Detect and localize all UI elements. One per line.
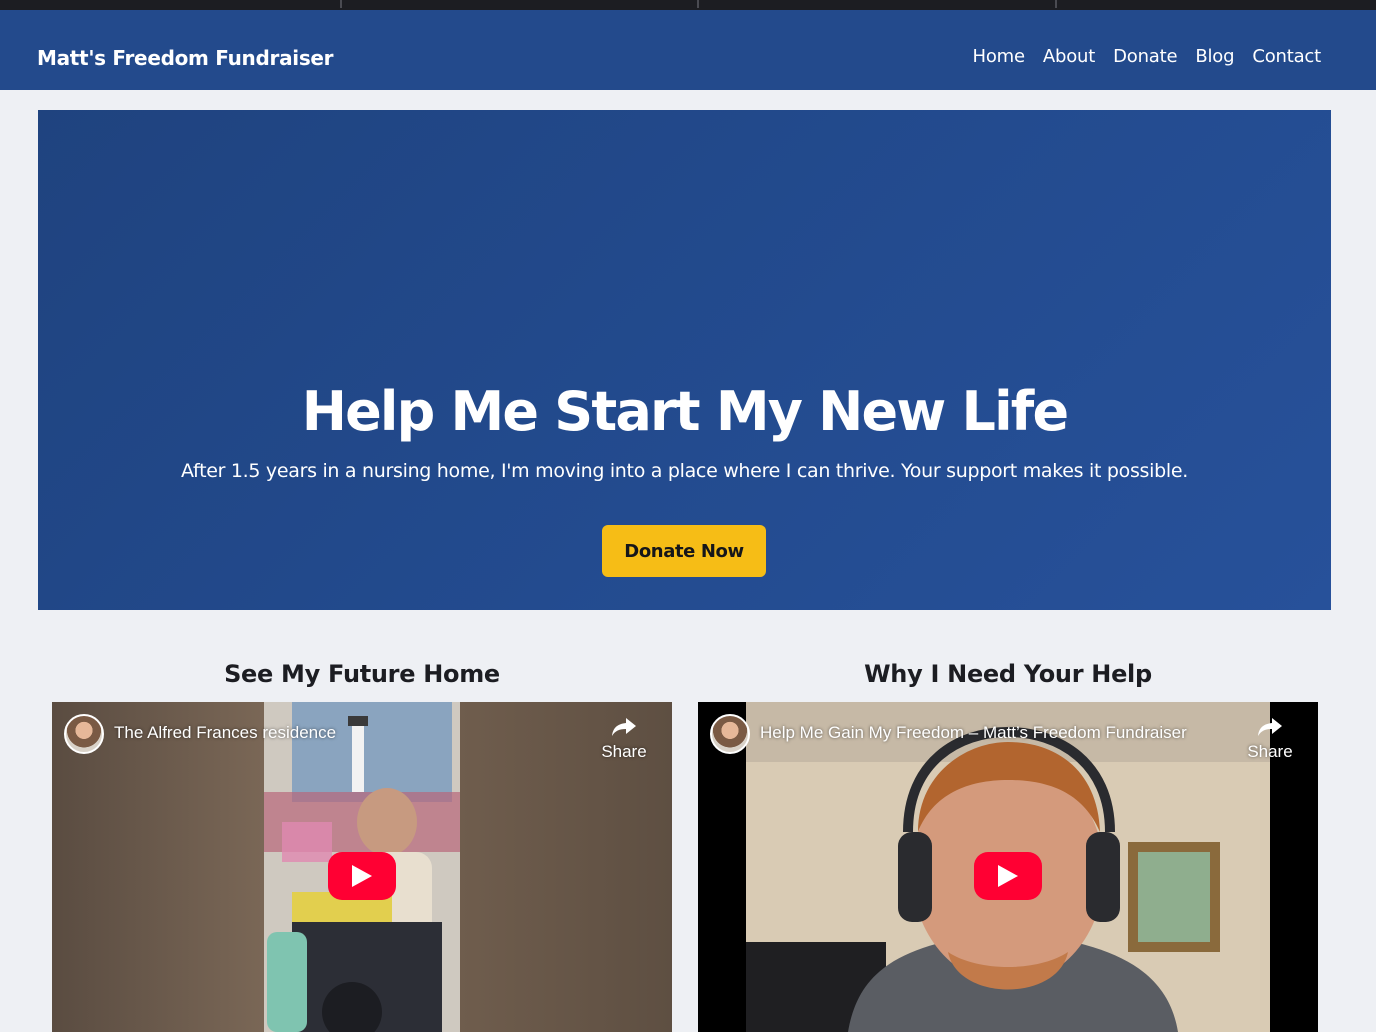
nav-contact[interactable]: Contact	[1252, 46, 1321, 67]
tab-separator	[697, 0, 699, 8]
section-title-why-help: Why I Need Your Help	[864, 660, 1152, 688]
video-title[interactable]: Help Me Gain My Freedom – Matt’s Freedom…	[760, 723, 1187, 743]
video-title[interactable]: The Alfred Frances residence	[114, 723, 336, 743]
nav-donate[interactable]: Donate	[1113, 46, 1177, 67]
site-brand[interactable]: Matt's Freedom Fundraiser	[37, 46, 334, 70]
donate-now-button[interactable]: Donate Now	[602, 525, 766, 577]
channel-avatar[interactable]	[710, 714, 750, 754]
youtube-play-icon	[352, 865, 372, 887]
nav-about[interactable]: About	[1043, 46, 1095, 67]
channel-avatar[interactable]	[64, 714, 104, 754]
video-embed-future-home[interactable]: The Alfred Frances residence Share	[52, 702, 672, 1032]
youtube-play-icon	[998, 865, 1018, 887]
hero-subtitle: After 1.5 years in a nursing home, I'm m…	[181, 460, 1188, 482]
youtube-play-button[interactable]	[974, 852, 1042, 900]
browser-tab-strip	[0, 0, 1376, 10]
site-header: Matt's Freedom Fundraiser Home About Don…	[0, 10, 1376, 90]
tab-separator	[340, 0, 342, 8]
tab-separator	[1055, 0, 1057, 8]
nav-blog[interactable]: Blog	[1195, 46, 1234, 67]
share-button[interactable]: Share	[1244, 716, 1296, 762]
share-label: Share	[1247, 742, 1293, 761]
main-nav: Home About Donate Blog Contact	[973, 46, 1322, 67]
hero-title: Help Me Start My New Life	[301, 380, 1069, 443]
share-arrow-icon	[1258, 718, 1282, 736]
hero-banner: Help Me Start My New Life After 1.5 year…	[38, 110, 1331, 610]
section-title-future-home: See My Future Home	[224, 660, 500, 688]
video-embed-why-help[interactable]: Help Me Gain My Freedom – Matt’s Freedom…	[698, 702, 1318, 1032]
nav-home[interactable]: Home	[973, 46, 1026, 67]
share-arrow-icon	[612, 718, 636, 736]
youtube-play-button[interactable]	[328, 852, 396, 900]
share-button[interactable]: Share	[598, 716, 650, 762]
share-label: Share	[601, 742, 647, 761]
